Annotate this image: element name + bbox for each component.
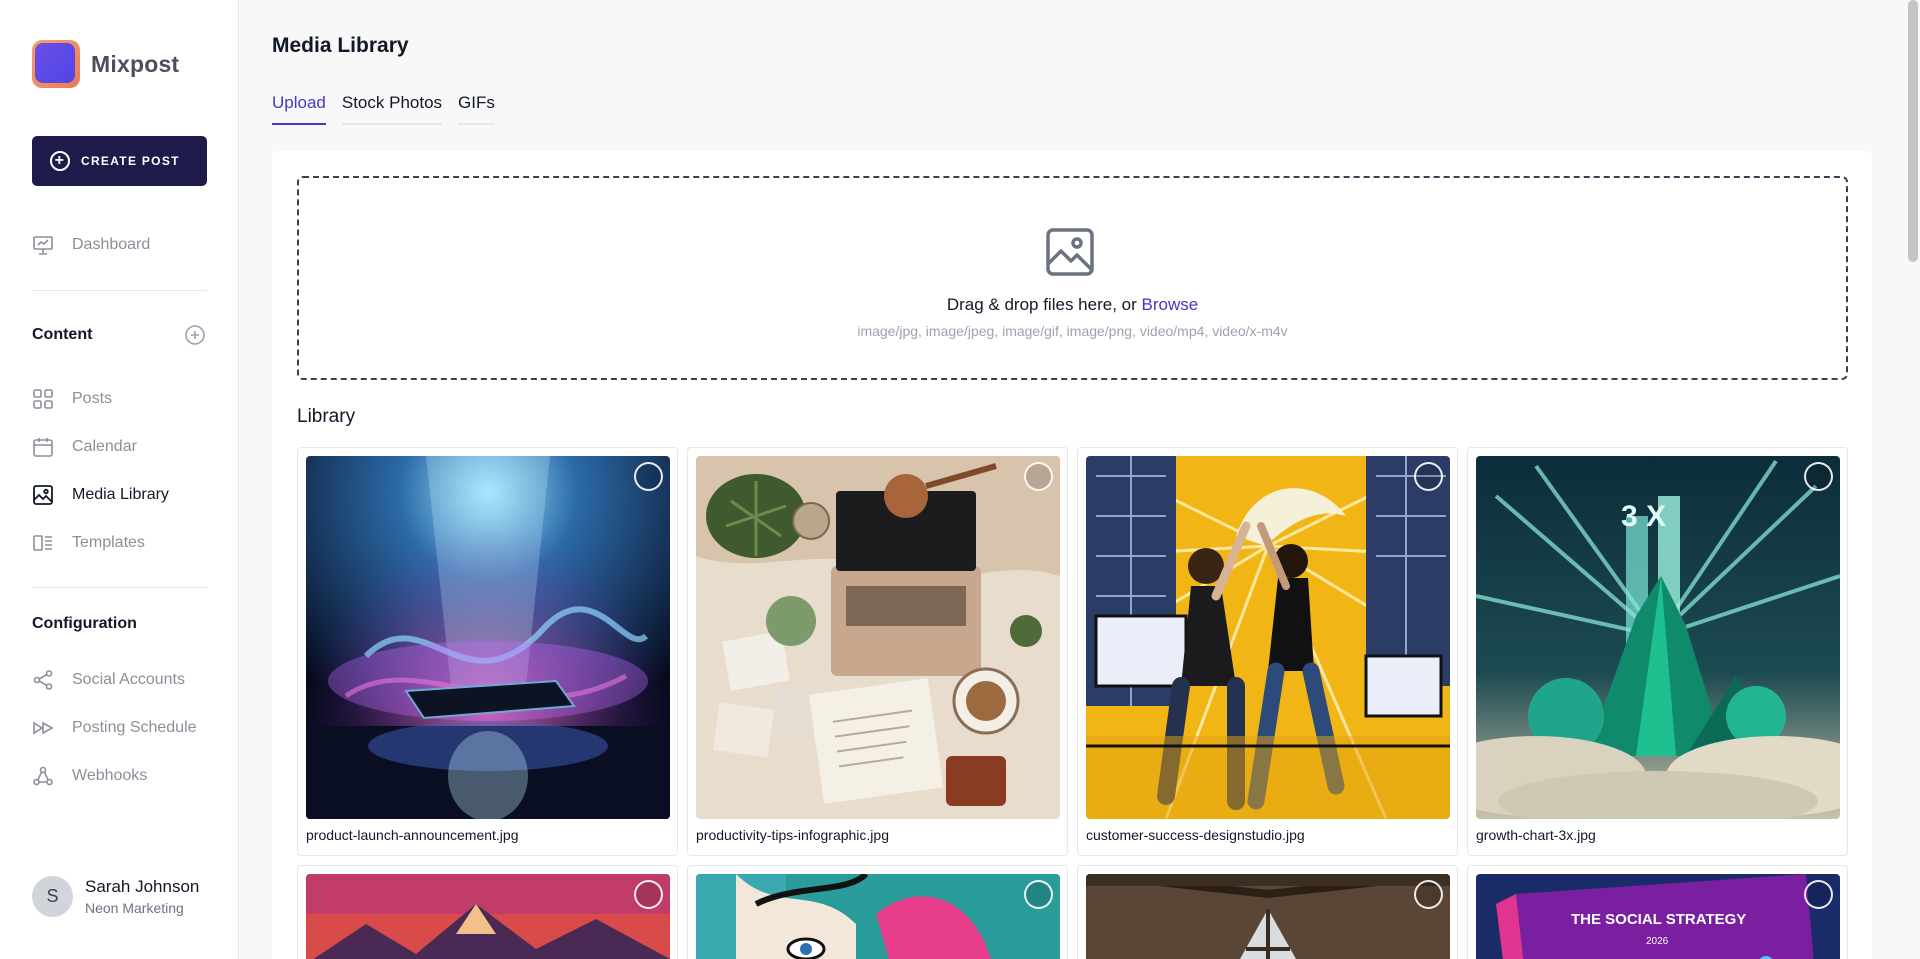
sidebar-item-label: Social Accounts [72, 671, 185, 688]
media-item[interactable] [1077, 865, 1458, 959]
grid-icon [32, 388, 54, 410]
sidebar-item-media-library[interactable]: Media Library [32, 484, 169, 506]
media-thumbnail [1086, 456, 1450, 819]
media-thumbnail: 3 X [1476, 456, 1840, 819]
sidebar-item-dashboard[interactable]: Dashboard [32, 234, 150, 256]
sidebar-item-calendar[interactable]: Calendar [32, 436, 137, 458]
user-info: Sarah Johnson Neon Marketing [85, 877, 199, 916]
logo[interactable]: Mixpost [32, 40, 179, 88]
webhook-icon [32, 765, 54, 787]
sidebar-item-webhooks[interactable]: Webhooks [32, 765, 147, 787]
media-item[interactable]: product-launch-announcement.jpg [297, 447, 678, 856]
dropzone-text: Drag & drop files here, or Browse [299, 295, 1846, 315]
sidebar-item-label: Webhooks [72, 767, 148, 784]
media-thumbnail: THE SOCIAL STRATEGY 2026 [1476, 874, 1840, 959]
file-name: customer-success-designstudio.jpg [1086, 827, 1305, 843]
upload-dropzone[interactable]: Drag & drop files here, or Browse image/… [297, 176, 1848, 380]
sidebar-item-social-accounts[interactable]: Social Accounts [32, 669, 185, 691]
sidebar-item-label: Posts [72, 390, 113, 407]
share-icon [32, 669, 54, 691]
tab-upload[interactable]: Upload [272, 93, 326, 125]
file-name: product-launch-announcement.jpg [306, 827, 519, 843]
sidebar-item-label: Media Library [72, 486, 169, 503]
page-title: Media Library [272, 34, 409, 57]
browse-link[interactable]: Browse [1141, 295, 1198, 314]
sidebar-item-label: Templates [72, 534, 145, 551]
brand-name: Mixpost [91, 50, 180, 77]
media-thumbnail [1086, 874, 1450, 959]
select-checkbox[interactable] [1804, 880, 1833, 909]
select-checkbox[interactable] [1414, 462, 1443, 491]
media-item[interactable] [297, 865, 678, 959]
tab-stock-photos[interactable]: Stock Photos [341, 93, 443, 125]
presentation-chart-icon [32, 234, 54, 256]
media-thumbnail [696, 456, 1060, 819]
media-thumbnail [306, 874, 670, 959]
media-item[interactable] [687, 865, 1068, 959]
configuration-section-title: Configuration [32, 615, 137, 632]
sidebar: Mixpost + CREATE POST Dashboard Content … [0, 0, 239, 959]
logo-mark [32, 40, 80, 88]
media-panel: Drag & drop files here, or Browse image/… [272, 151, 1872, 959]
sidebar-item-label: Calendar [72, 438, 137, 455]
sidebar-item-label: Dashboard [72, 236, 151, 253]
photo-icon [1044, 226, 1096, 278]
plus-icon: + [50, 151, 70, 171]
select-checkbox[interactable] [634, 880, 663, 909]
user-profile[interactable]: S Sarah Johnson Neon Marketing [32, 876, 199, 917]
create-post-button[interactable]: + CREATE POST [32, 136, 207, 186]
avatar: S [32, 876, 73, 917]
divider [32, 587, 207, 588]
sidebar-item-posting-schedule[interactable]: Posting Schedule [32, 717, 197, 739]
select-checkbox[interactable] [1024, 462, 1053, 491]
sidebar-item-posts[interactable]: Posts [32, 388, 112, 410]
media-item[interactable]: THE SOCIAL STRATEGY 2026 [1467, 865, 1848, 959]
thumb-text: 2026 [1646, 936, 1669, 947]
media-item[interactable]: 3 X growth-chart-3x.jpg [1467, 447, 1848, 856]
file-name: growth-chart-3x.jpg [1476, 827, 1596, 843]
divider [32, 290, 207, 291]
user-organization: Neon Marketing [85, 900, 184, 916]
media-tabs: Upload Stock Photos GIFs [272, 93, 511, 125]
scrollbar[interactable] [1908, 0, 1918, 262]
library-title: Library [297, 406, 356, 427]
media-thumbnail [696, 874, 1060, 959]
create-post-label: CREATE POST [81, 154, 180, 168]
calendar-icon [32, 436, 54, 458]
accepted-types: image/jpg, image/jpeg, image/gif, image/… [857, 323, 1288, 339]
sidebar-item-templates[interactable]: Templates [32, 532, 145, 554]
file-name: productivity-tips-infographic.jpg [696, 827, 889, 843]
media-item[interactable]: customer-success-designstudio.jpg [1077, 447, 1458, 856]
dropzone-instructions: Drag & drop files here, or [946, 295, 1142, 314]
select-checkbox[interactable] [634, 462, 663, 491]
select-checkbox[interactable] [1804, 462, 1833, 491]
schedule-icon [32, 717, 54, 739]
templates-icon [32, 532, 54, 554]
sidebar-item-label: Posting Schedule [72, 719, 197, 736]
select-checkbox[interactable] [1414, 880, 1443, 909]
user-name: Sarah Johnson [85, 877, 200, 896]
media-item[interactable]: productivity-tips-infographic.jpg [687, 447, 1068, 856]
thumb-text: 3 X [1621, 500, 1666, 533]
select-checkbox[interactable] [1024, 880, 1053, 909]
content-section-title: Content [32, 326, 93, 343]
add-content-icon[interactable] [184, 324, 206, 346]
tab-gifs[interactable]: GIFs [458, 93, 495, 125]
media-thumbnail [306, 456, 670, 819]
thumb-text: THE SOCIAL STRATEGY [1571, 911, 1746, 928]
image-icon [32, 484, 54, 506]
